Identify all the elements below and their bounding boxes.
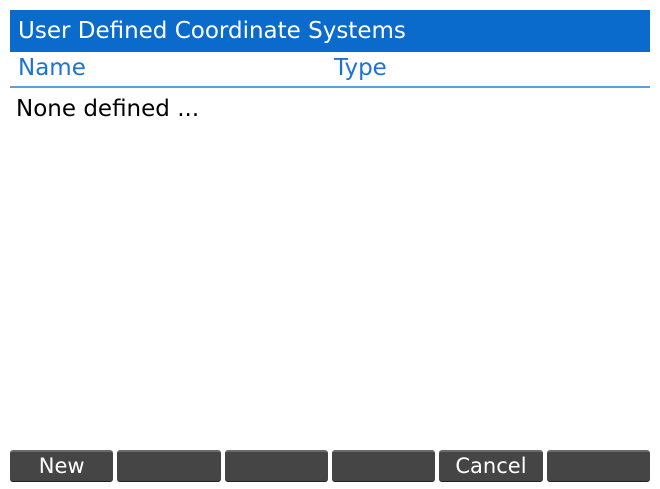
softkey-2[interactable] [117, 450, 221, 482]
coordinate-system-list[interactable]: None defined ... [10, 88, 650, 448]
empty-list-message: None defined ... [16, 96, 200, 122]
new-button[interactable]: New [10, 450, 114, 482]
cancel-button[interactable]: Cancel [439, 450, 543, 482]
coordinate-systems-screen: User Defined Coordinate Systems Name Typ… [0, 0, 660, 489]
softkey-4[interactable] [331, 450, 436, 482]
page-title: User Defined Coordinate Systems [18, 17, 406, 44]
title-bar: User Defined Coordinate Systems [10, 10, 650, 52]
column-header-name[interactable]: Name [18, 57, 86, 80]
table-header: Name Type [10, 52, 650, 88]
softkey-bar: New Cancel [10, 450, 650, 482]
softkey-6[interactable] [546, 450, 650, 482]
column-header-type[interactable]: Type [334, 57, 387, 80]
softkey-3[interactable] [224, 450, 328, 482]
